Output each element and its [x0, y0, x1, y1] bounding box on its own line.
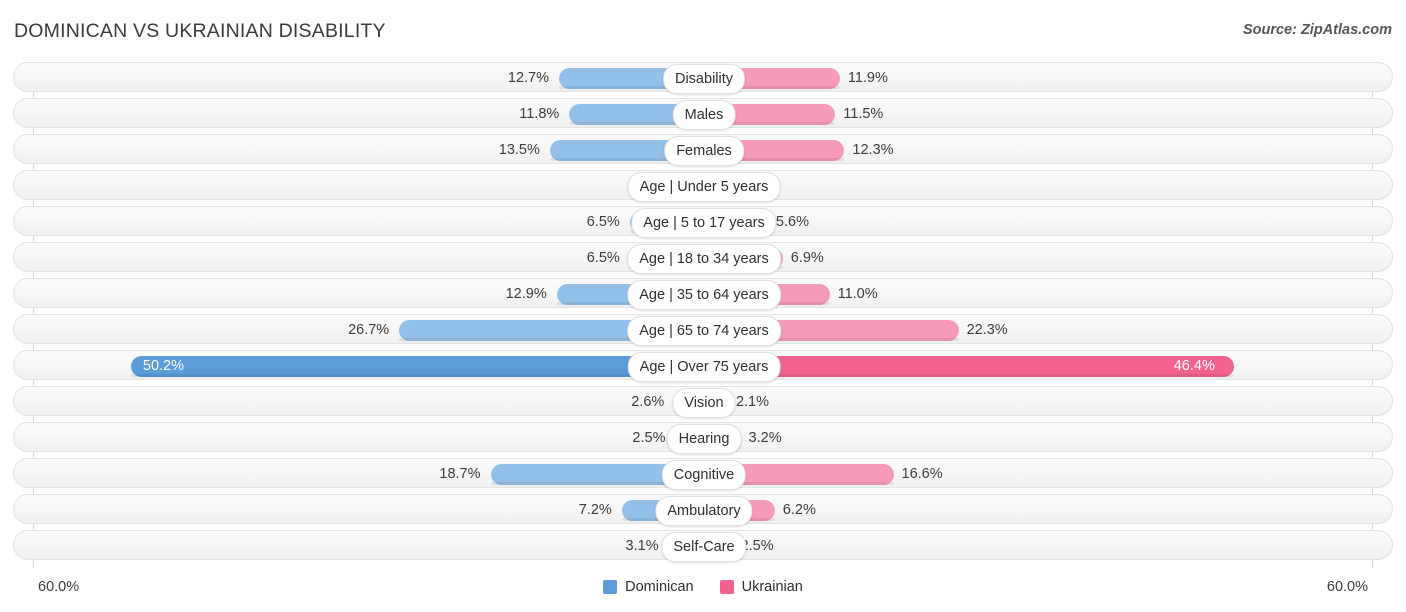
row-track: 26.7% 22.3% Age | 65 to 74 years: [13, 314, 1393, 346]
category-label: Age | Over 75 years: [627, 352, 781, 382]
legend-label: Dominican: [625, 579, 694, 595]
value-label-dominican: 2.5%: [632, 430, 666, 446]
category-label: Disability: [662, 64, 746, 94]
chart-legend: Dominican Ukrainian: [0, 579, 1406, 595]
row-track: 1.1%1.3%Age | Under 5 years: [13, 170, 1393, 202]
category-label: Age | 18 to 34 years: [627, 244, 781, 274]
value-label-ukrainian: 6.9%: [790, 250, 824, 266]
value-label-ukrainian: 46.4%: [1173, 358, 1215, 374]
chart-header: DOMINICAN VS UKRAINIAN DISABILITY Source…: [0, 0, 1406, 62]
row-track: 2.6% 2.1% Vision: [13, 386, 1393, 418]
value-label-dominican: 12.9%: [505, 286, 547, 302]
category-label: Age | 5 to 17 years: [631, 208, 777, 238]
chart-row: 3.1% 2.5% Self-Care: [0, 530, 1406, 562]
value-label-ukrainian: 2.1%: [735, 394, 770, 410]
chart-row: 18.7% 16.6% Cognitive: [0, 458, 1406, 490]
chart-row: 11.8% 11.5% Males: [0, 98, 1406, 130]
chart-plot-area: 12.7% 11.9% Disability 11.8% 11.5% Males 13.5%…: [0, 62, 1406, 570]
value-label-ukrainian: 11.5%: [843, 106, 884, 122]
value-label-dominican: 13.5%: [498, 142, 540, 158]
row-track: 3.1% 2.5% Self-Care: [13, 530, 1393, 562]
value-label-ukrainian: 6.2%: [782, 502, 816, 518]
value-label-ukrainian: 3.2%: [748, 430, 782, 446]
chart-row: 2.5% 3.2% Hearing: [0, 422, 1406, 454]
page-title: DOMINICAN VS UKRAINIAN DISABILITY: [14, 20, 386, 42]
row-track: 12.7% 11.9% Disability: [13, 62, 1393, 94]
category-label: Males: [672, 100, 736, 130]
value-label-dominican: 12.7%: [507, 70, 550, 86]
value-label-dominican: 3.1%: [625, 538, 659, 554]
value-label-dominican: 7.2%: [578, 502, 612, 518]
value-label-dominican: 26.7%: [348, 322, 390, 338]
chart-footer: 60.0% 60.0% Dominican Ukrainian: [0, 570, 1406, 612]
chart-row: 50.2% 46.4% Age | Over 75 years: [0, 350, 1406, 382]
value-label-ukrainian: 11.0%: [837, 286, 878, 302]
row-track: 50.2% 46.4% Age | Over 75 years: [13, 350, 1393, 382]
value-label-ukrainian: 16.6%: [901, 466, 943, 482]
chart-row: 6.5% 6.9% Age | 18 to 34 years: [0, 242, 1406, 274]
chart-row: 1.1%1.3%Age | Under 5 years: [0, 170, 1406, 202]
value-label-dominican: 6.5%: [586, 250, 620, 266]
legend-swatch-icon: [719, 580, 734, 594]
chart-row: 26.7% 22.3% Age | 65 to 74 years: [0, 314, 1406, 346]
chart-row: 12.9% 11.0% Age | 35 to 64 years: [0, 278, 1406, 310]
value-label-ukrainian: 5.6%: [775, 214, 809, 230]
chart-row: 13.5% 12.3% Females: [0, 134, 1406, 166]
value-label-dominican: 11.8%: [519, 106, 560, 122]
category-label: Females: [664, 136, 744, 166]
category-label: Self-Care: [661, 532, 747, 562]
legend-item[interactable]: Ukrainian: [719, 579, 803, 595]
category-label: Age | 65 to 74 years: [627, 316, 781, 346]
bar-ukrainian: [704, 356, 1234, 377]
value-label-ukrainian: 22.3%: [966, 322, 1008, 338]
category-label: Vision: [672, 388, 736, 418]
value-label-dominican: 2.6%: [631, 394, 665, 410]
category-label: Hearing: [666, 424, 742, 454]
legend-label: Ukrainian: [741, 579, 803, 595]
row-track: 12.9% 11.0% Age | 35 to 64 years: [13, 278, 1393, 310]
bar-rows-container: 12.7% 11.9% Disability 11.8% 11.5% Males 13.5%…: [0, 62, 1406, 566]
row-track: 11.8% 11.5% Males: [13, 98, 1393, 130]
category-label: Age | Under 5 years: [627, 172, 781, 202]
value-label-dominican: 50.2%: [142, 358, 184, 374]
row-track: 6.5% 5.6% Age | 5 to 17 years: [13, 206, 1393, 238]
category-label: Age | 35 to 64 years: [627, 280, 781, 310]
value-label-ukrainian: 12.3%: [852, 142, 894, 158]
legend-item[interactable]: Dominican: [603, 579, 694, 595]
row-track: 18.7% 16.6% Cognitive: [13, 458, 1393, 490]
row-track: 13.5% 12.3% Females: [13, 134, 1393, 166]
category-label: Ambulatory: [655, 496, 753, 526]
source-attribution: Source: ZipAtlas.com: [1242, 22, 1392, 38]
legend-swatch-icon: [603, 580, 618, 594]
chart-page: DOMINICAN VS UKRAINIAN DISABILITY Source…: [0, 0, 1406, 612]
chart-row: 6.5% 5.6% Age | 5 to 17 years: [0, 206, 1406, 238]
chart-row: 12.7% 11.9% Disability: [0, 62, 1406, 94]
chart-row: 7.2% 6.2% Ambulatory: [0, 494, 1406, 526]
chart-row: 2.6% 2.1% Vision: [0, 386, 1406, 418]
value-label-dominican: 18.7%: [439, 466, 481, 482]
row-track: 2.5% 3.2% Hearing: [13, 422, 1393, 454]
bar-dominican: [130, 356, 705, 377]
row-track: 7.2% 6.2% Ambulatory: [13, 494, 1393, 526]
category-label: Cognitive: [661, 460, 747, 490]
row-track: 6.5% 6.9% Age | 18 to 34 years: [13, 242, 1393, 274]
value-label-dominican: 6.5%: [586, 214, 620, 230]
value-label-ukrainian: 11.9%: [847, 70, 888, 86]
